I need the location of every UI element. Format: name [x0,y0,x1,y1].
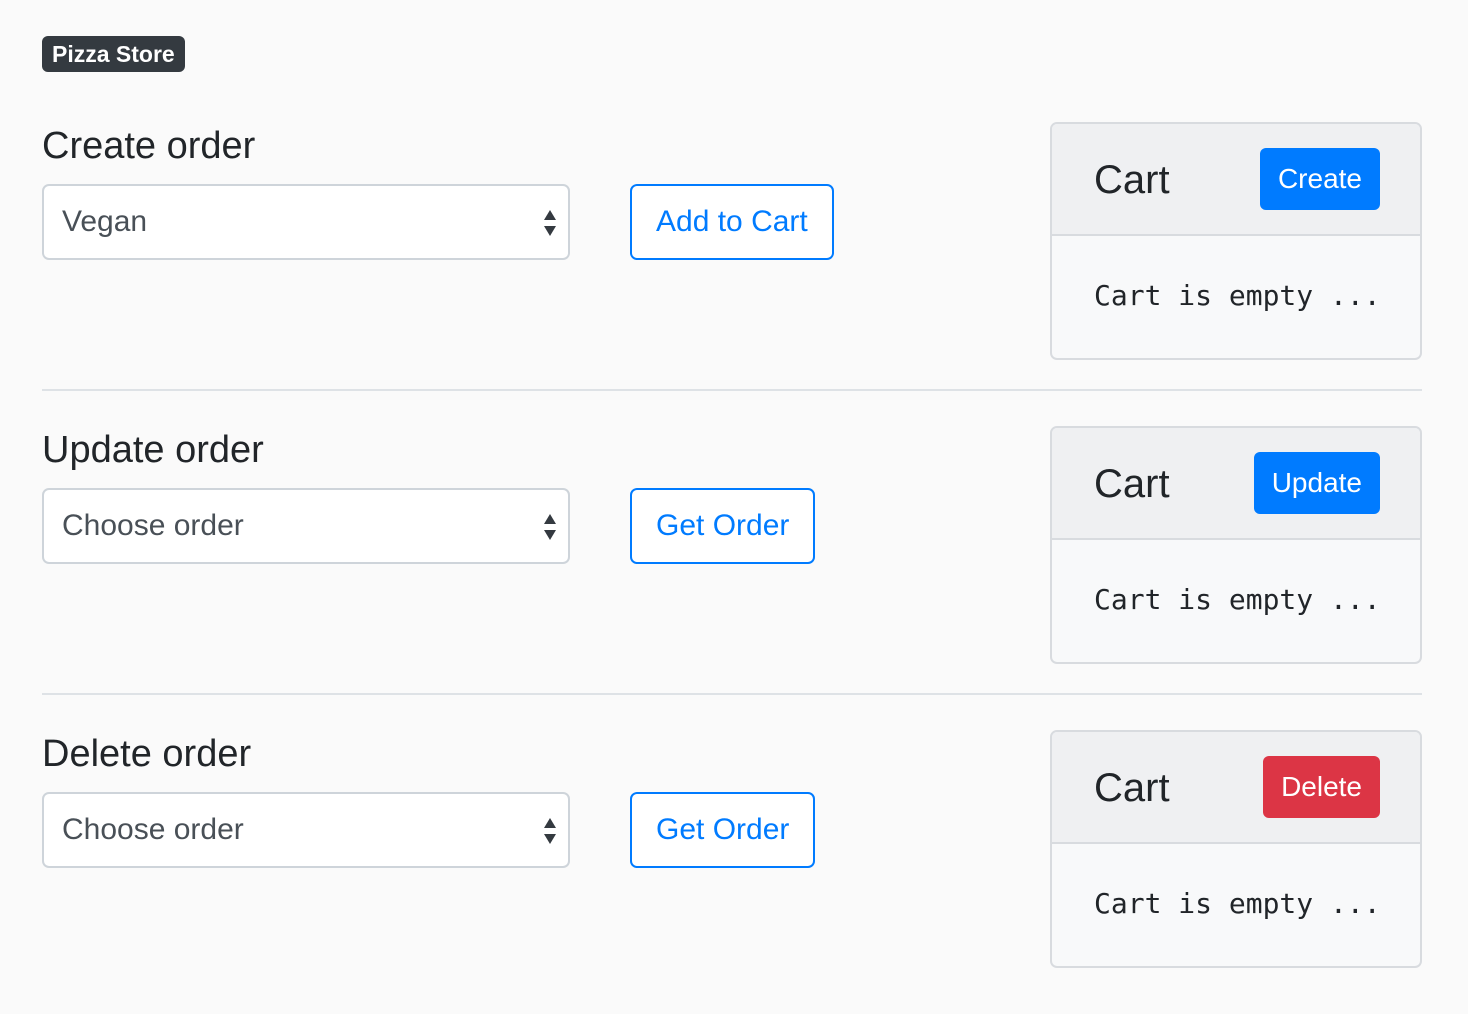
brand-badge: Pizza Store [42,36,185,72]
create-order-select-value: Vegan [62,205,148,238]
section-divider [42,389,1422,391]
update-cart-empty-text: Cart is empty ... [1094,583,1381,616]
update-order-select[interactable]: Choose order [42,488,570,564]
update-cart-title: Cart [1094,462,1170,506]
section-divider [42,693,1422,695]
create-cart-header: Cart Create [1052,124,1420,236]
update-cart-card: Cart Update Cart is empty ... [1050,426,1422,664]
delete-cart-header: Cart Delete [1052,732,1420,844]
add-to-cart-button[interactable]: Add to Cart [630,184,834,260]
update-order-section: Update order Choose order Get Order Cart… [42,426,1422,666]
select-arrows-icon [544,818,556,844]
create-order-section: Create order Vegan Add to Cart Cart Crea… [42,122,1422,362]
create-cart-title: Cart [1094,158,1170,202]
delete-order-select-value: Choose order [62,813,244,846]
delete-cart-title: Cart [1094,766,1170,810]
update-order-select-value: Choose order [62,509,244,542]
create-cart-empty-text: Cart is empty ... [1094,279,1381,312]
page: Pizza Store Create order Vegan Add to Ca… [0,0,1468,1014]
update-button[interactable]: Update [1253,452,1380,514]
delete-get-order-button[interactable]: Get Order [630,792,816,868]
create-order-select[interactable]: Vegan [42,184,570,260]
delete-order-title: Delete order [42,733,252,775]
select-arrows-icon [544,210,556,236]
create-cart-card: Cart Create Cart is empty ... [1050,122,1422,360]
delete-cart-empty-text: Cart is empty ... [1094,887,1381,920]
create-button[interactable]: Create [1259,148,1380,210]
update-get-order-button[interactable]: Get Order [630,488,816,564]
create-order-title: Create order [42,125,256,167]
update-order-title: Update order [42,429,264,471]
delete-order-section: Delete order Choose order Get Order Cart… [42,730,1422,970]
select-arrows-icon [544,514,556,540]
update-cart-header: Cart Update [1052,428,1420,540]
delete-cart-card: Cart Delete Cart is empty ... [1050,730,1422,968]
delete-order-select[interactable]: Choose order [42,792,570,868]
delete-button[interactable]: Delete [1263,756,1380,818]
